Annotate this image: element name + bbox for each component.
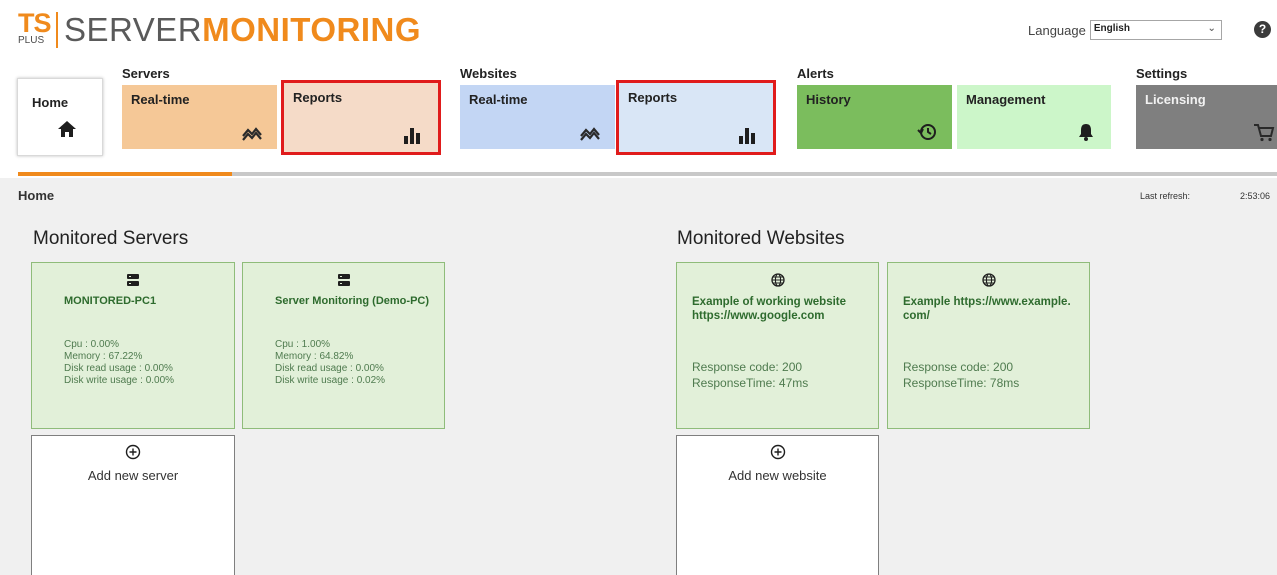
app-logo: TS PLUS SERVERMONITORING: [18, 8, 421, 48]
server-disk-write: Disk write usage : 0.00%: [64, 375, 175, 386]
website-card[interactable]: Example of working website https://www.g…: [676, 262, 879, 429]
add-new-website-label: Add new website: [728, 468, 827, 483]
server-card[interactable]: Server Monitoring (Demo-PC) Cpu : 1.00% …: [242, 262, 445, 429]
last-refresh-time: 2:53:06: [1240, 191, 1271, 201]
nav-home-label: Home: [32, 95, 69, 110]
nav-alerts-history[interactable]: History: [797, 85, 952, 149]
main-navigation: Home Servers Websites Alerts Settings Re…: [0, 60, 1277, 178]
nav-websites-realtime[interactable]: Real-time: [460, 85, 615, 149]
app-title: SERVERMONITORING: [64, 12, 421, 48]
language-label: Language: [1028, 22, 1086, 38]
server-memory: Memory : 67.22%: [64, 351, 143, 362]
server-cpu: Cpu : 0.00%: [64, 339, 120, 350]
page-progress-fill: [18, 172, 232, 176]
server-card-name: Server Monitoring (Demo-PC): [275, 295, 430, 307]
server-icon: [127, 274, 139, 286]
nav-websites-reports[interactable]: Reports: [616, 80, 776, 155]
app-title-server: SERVER: [64, 11, 203, 48]
server-card-name: MONITORED-PC1: [64, 295, 157, 307]
nav-settings-licensing[interactable]: Licensing: [1136, 85, 1277, 149]
realtime-chart-icon: [580, 127, 600, 141]
website-card-name: Example https://www.example.com/: [903, 296, 1071, 322]
last-refresh-label: Last refresh:: [1140, 191, 1191, 201]
nav-servers-realtime-label: Real-time: [131, 92, 190, 107]
bar-chart-icon: [404, 128, 420, 144]
website-card[interactable]: Example https://www.example.com/ Respons…: [887, 262, 1090, 429]
website-card-stats: Response code: 200 ResponseTime: 47ms: [692, 359, 808, 391]
nav-group-alerts: Alerts: [797, 66, 834, 81]
logo-divider: [56, 12, 58, 48]
server-disk-read: Disk read usage : 0.00%: [64, 363, 173, 374]
server-card-stats: Cpu : 1.00% Memory : 64.82% Disk read us…: [275, 339, 385, 387]
nav-servers-realtime[interactable]: Real-time: [122, 85, 277, 149]
language-selector: Language English ⌄: [1028, 20, 1222, 40]
home-icon: [58, 121, 76, 137]
help-icon[interactable]: ?: [1254, 21, 1271, 38]
website-response-code: Response code: 200: [692, 360, 803, 374]
nav-home-tile[interactable]: Home: [17, 78, 103, 156]
website-response-code: Response code: 200: [903, 360, 1014, 374]
server-disk-read: Disk read usage : 0.00%: [275, 363, 384, 374]
server-cpu: Cpu : 1.00%: [275, 339, 331, 350]
history-icon: [917, 124, 936, 140]
nav-group-servers: Servers: [122, 66, 170, 81]
language-dropdown[interactable]: English ⌄: [1089, 20, 1222, 40]
nav-alerts-management-label: Management: [966, 92, 1046, 107]
website-response-time: ResponseTime: 47ms: [692, 376, 809, 390]
website-response-time: ResponseTime: 78ms: [903, 376, 1020, 390]
nav-alerts-history-label: History: [806, 92, 851, 107]
server-card-stats: Cpu : 0.00% Memory : 67.22% Disk read us…: [64, 339, 174, 387]
server-disk-write: Disk write usage : 0.02%: [275, 375, 386, 386]
cart-icon: [1254, 124, 1275, 142]
nav-websites-realtime-label: Real-time: [469, 92, 528, 107]
realtime-chart-icon: [242, 127, 262, 141]
server-icon: [337, 274, 350, 286]
nav-alerts-management[interactable]: Management: [957, 85, 1111, 149]
website-card-stats: Response code: 200 ResponseTime: 78ms: [903, 359, 1019, 391]
add-new-server-label: Add new server: [87, 468, 179, 483]
globe-icon: [981, 273, 996, 287]
globe-icon: [770, 273, 785, 287]
ts-plus-logo-mark: TS PLUS: [18, 8, 54, 48]
add-new-website-card[interactable]: Add new website: [676, 435, 879, 575]
nav-websites-reports-label: Reports: [628, 90, 678, 105]
logo-ts-text: TS: [18, 8, 52, 38]
monitored-servers-title: Monitored Servers: [33, 228, 189, 249]
nav-servers-reports-label: Reports: [293, 90, 343, 105]
nav-settings-licensing-label: Licensing: [1145, 92, 1206, 107]
language-value: English: [1093, 23, 1130, 34]
nav-servers-reports[interactable]: Reports: [281, 80, 441, 155]
logo-plus-text: PLUS: [18, 35, 45, 46]
add-new-server-card[interactable]: Add new server: [31, 435, 235, 575]
breadcrumb: Home: [18, 188, 55, 203]
bar-chart-icon: [739, 128, 755, 144]
monitored-websites-title: Monitored Websites: [677, 228, 845, 249]
top-header: TS PLUS SERVERMONITORING Language Englis…: [0, 0, 1277, 60]
bell-icon: [1079, 124, 1093, 141]
website-card-name: Example of working website https://www.g…: [692, 296, 847, 322]
nav-group-settings: Settings: [1136, 66, 1188, 81]
chevron-down-icon: ⌄: [1207, 23, 1216, 34]
plus-circle-icon: [125, 444, 141, 460]
plus-circle-icon: [770, 444, 785, 460]
nav-group-websites: Websites: [460, 66, 517, 81]
server-card[interactable]: MONITORED-PC1 Cpu : 0.00% Memory : 67.22…: [31, 262, 235, 429]
app-title-monitoring: MONITORING: [202, 11, 422, 48]
server-memory: Memory : 64.82%: [275, 351, 354, 362]
